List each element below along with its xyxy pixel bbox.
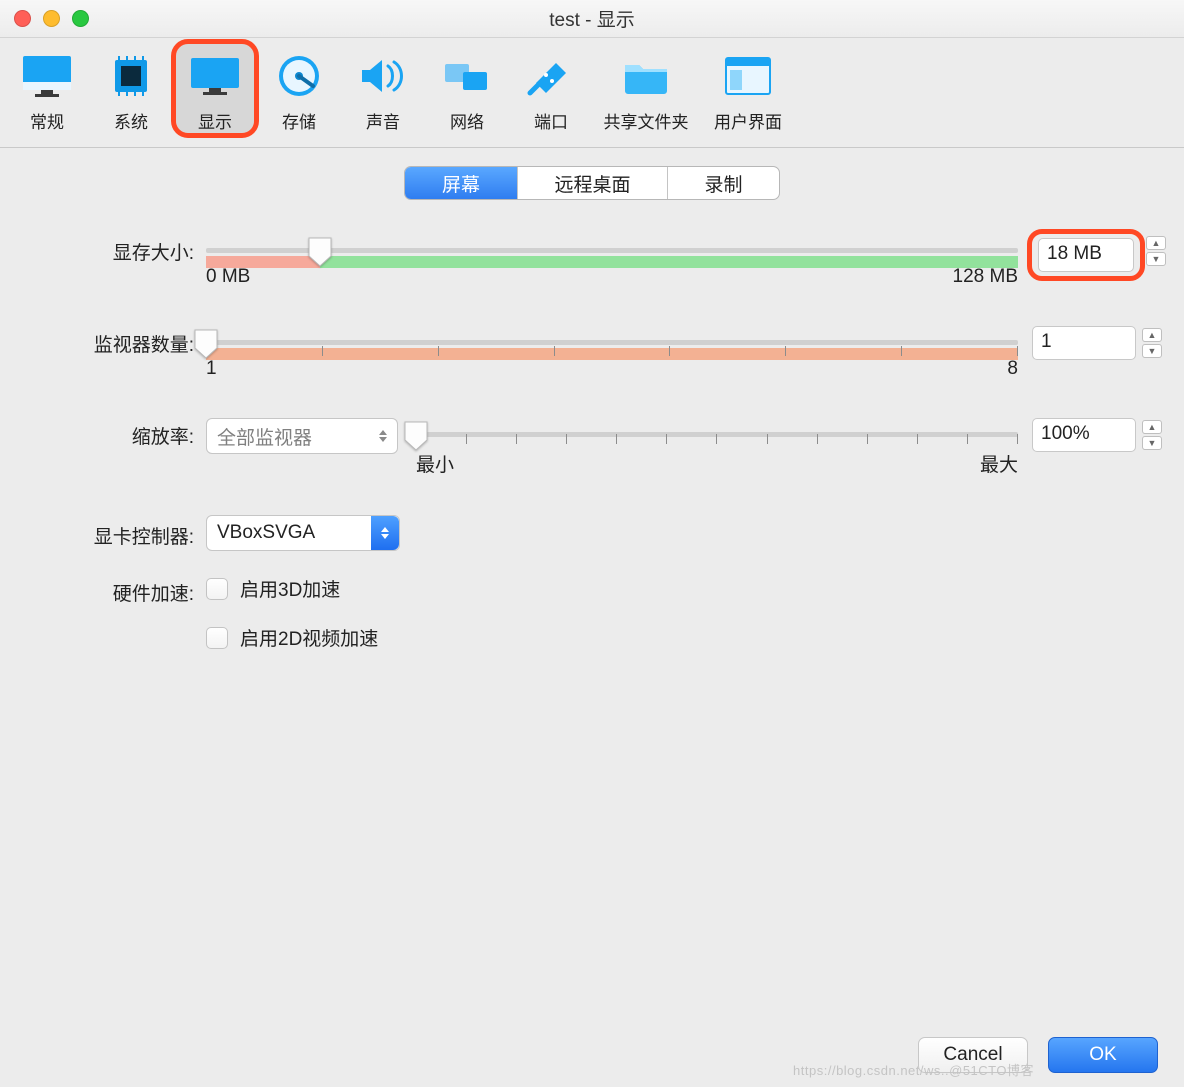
video-memory-label: 显存大小: <box>22 234 206 265</box>
monitor-count-label: 监视器数量: <box>22 326 206 357</box>
video-memory-min: 0 MB <box>206 266 250 288</box>
monitor-count-max: 8 <box>1007 358 1018 380</box>
toolbar-shared-folders[interactable]: 共享文件夹 <box>596 44 696 133</box>
port-icon <box>523 50 579 102</box>
toolbar-ports-label: 端口 <box>534 108 568 133</box>
settings-toolbar: 常规 系统 显示 存储 声音 网络 端口 <box>0 38 1184 148</box>
disk-icon <box>271 50 327 102</box>
toolbar-storage[interactable]: 存储 <box>260 44 338 133</box>
ok-button[interactable]: OK <box>1048 1037 1158 1073</box>
chip-icon <box>103 50 159 102</box>
tab-recording[interactable]: 录制 <box>667 167 779 199</box>
toolbar-network[interactable]: 网络 <box>428 44 506 133</box>
window-title: test - 显示 <box>0 5 1184 32</box>
checkbox-2d-accel[interactable] <box>206 627 228 649</box>
toolbar-display[interactable]: 显示 <box>176 44 254 133</box>
video-memory-stepper[interactable]: ▲ ▼ <box>1146 234 1166 268</box>
scale-monitor-select[interactable]: 全部监视器 <box>206 418 398 454</box>
scale-factor-input[interactable]: 100% <box>1032 418 1136 452</box>
zoom-window-button[interactable] <box>72 10 89 27</box>
toolbar-general-label: 常规 <box>30 108 64 133</box>
chevron-updown-icon <box>371 516 399 550</box>
checkbox-2d-label: 启用2D视频加速 <box>240 624 378 651</box>
dialog-footer: Cancel OK <box>918 1037 1158 1073</box>
stepper-up-icon[interactable]: ▲ <box>1146 236 1166 250</box>
slider-thumb-icon[interactable] <box>193 328 219 358</box>
video-memory-max: 128 MB <box>953 266 1018 288</box>
stepper-down-icon[interactable]: ▼ <box>1146 252 1166 266</box>
toolbar-ui-label: 用户界面 <box>714 108 782 133</box>
toolbar-storage-label: 存储 <box>282 108 316 133</box>
folder-icon <box>618 50 674 102</box>
cancel-button[interactable]: Cancel <box>918 1037 1028 1073</box>
traffic-lights <box>14 10 89 27</box>
row-graphics-controller: 显卡控制器: VBoxSVGA <box>22 515 1162 551</box>
minimize-window-button[interactable] <box>43 10 60 27</box>
toolbar-display-label: 显示 <box>198 108 232 133</box>
scale-factor-slider[interactable]: 最小 最大 <box>416 418 1018 477</box>
window-layout-icon <box>720 50 776 102</box>
toolbar-system[interactable]: 系统 <box>92 44 170 133</box>
scale-factor-stepper[interactable]: ▲ ▼ <box>1142 418 1162 452</box>
graphics-controller-label: 显卡控制器: <box>22 518 206 549</box>
tab-remote-desktop[interactable]: 远程桌面 <box>517 167 667 199</box>
stepper-down-icon[interactable]: ▼ <box>1142 436 1162 450</box>
monitor-count-min: 1 <box>206 358 217 380</box>
close-window-button[interactable] <box>14 10 31 27</box>
display-icon <box>187 50 243 102</box>
graphics-controller-value: VBoxSVGA <box>217 522 315 544</box>
slider-thumb-icon[interactable] <box>307 236 333 266</box>
toolbar-shared-label: 共享文件夹 <box>604 108 689 133</box>
toolbar-audio[interactable]: 声音 <box>344 44 422 133</box>
graphics-controller-select[interactable]: VBoxSVGA <box>206 515 400 551</box>
stepper-down-icon[interactable]: ▼ <box>1142 344 1162 358</box>
toolbar-network-label: 网络 <box>450 108 484 133</box>
toolbar-user-interface[interactable]: 用户界面 <box>702 44 794 133</box>
stepper-up-icon[interactable]: ▲ <box>1142 328 1162 342</box>
monitor-icon <box>19 50 75 102</box>
monitor-count-slider[interactable]: 1 8 <box>206 326 1018 380</box>
video-memory-slider[interactable]: 0 MB 128 MB <box>206 234 1018 288</box>
chevron-updown-icon <box>375 419 391 453</box>
row-video-memory: 显存大小: 0 MB 128 MB 18 MB ▲ <box>22 234 1162 288</box>
slider-thumb-icon[interactable] <box>403 420 429 450</box>
toolbar-audio-label: 声音 <box>366 108 400 133</box>
scale-factor-label: 缩放率: <box>22 418 206 449</box>
checkbox-3d-accel[interactable] <box>206 578 228 600</box>
row-scale-factor: 缩放率: 全部监视器 最小 最大 100% ▲ <box>22 418 1162 477</box>
row-hardware-accel: 硬件加速: 启用3D加速 启用2D视频加速 <box>22 575 1162 673</box>
stepper-up-icon[interactable]: ▲ <box>1142 420 1162 434</box>
monitor-count-input[interactable]: 1 <box>1032 326 1136 360</box>
network-icon <box>439 50 495 102</box>
content-panel: 屏幕 远程桌面 录制 显存大小: 0 MB 128 MB <box>0 148 1184 673</box>
toolbar-system-label: 系统 <box>114 108 148 133</box>
scale-monitor-value: 全部监视器 <box>217 423 312 450</box>
scale-min: 最小 <box>416 450 454 477</box>
toolbar-ports[interactable]: 端口 <box>512 44 590 133</box>
monitor-count-stepper[interactable]: ▲ ▼ <box>1142 326 1162 360</box>
checkbox-3d-label: 启用3D加速 <box>240 575 340 602</box>
tab-screen[interactable]: 屏幕 <box>405 167 517 199</box>
row-monitor-count: 监视器数量: 1 8 1 ▲ ▼ <box>22 326 1162 380</box>
toolbar-general[interactable]: 常规 <box>8 44 86 133</box>
titlebar: test - 显示 <box>0 0 1184 38</box>
scale-max: 最大 <box>980 450 1018 477</box>
tab-bar: 屏幕 远程桌面 录制 <box>22 166 1162 200</box>
speaker-icon <box>355 50 411 102</box>
hardware-accel-label: 硬件加速: <box>22 575 206 606</box>
video-memory-input[interactable]: 18 MB <box>1038 238 1134 272</box>
